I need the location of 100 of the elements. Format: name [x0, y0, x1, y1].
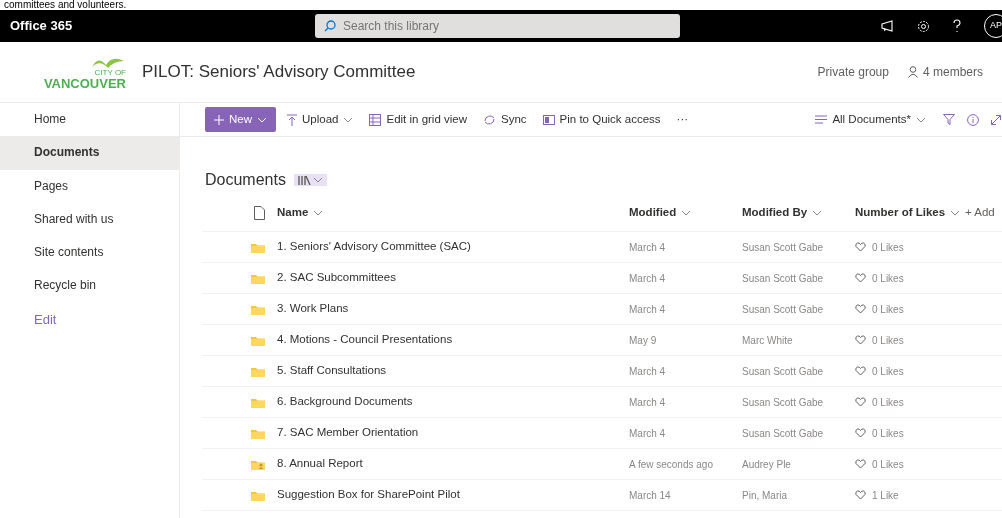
add-column-button[interactable]: + Add [965, 204, 1002, 222]
filter-icon[interactable] [943, 114, 955, 125]
modified-by-cell-text: Pin, Maria [742, 488, 788, 503]
column-header[interactable]: Modified [629, 204, 742, 222]
chevron-icon [313, 209, 324, 217]
modified-cell-text: May 9 [629, 333, 658, 348]
like-button[interactable]: 0 Likes [855, 332, 965, 348]
like-button[interactable]: 0 Likes [855, 239, 965, 255]
caption-text: committees and volunteers. [3, 0, 128, 10]
folder-icon [251, 427, 265, 439]
folder-icon [251, 489, 265, 501]
modified-cell-text: March 4 [629, 426, 667, 441]
sidebar-item[interactable]: Documents [0, 136, 179, 170]
plus-icon [214, 114, 224, 125]
modified-by-cell-text: Susan Scott Gabe [742, 364, 825, 379]
list-icon [815, 115, 828, 124]
chevron-icon [681, 209, 692, 217]
info-icon[interactable] [967, 113, 979, 126]
like-button[interactable]: 0 Likes [855, 363, 965, 379]
modified-cell-text: March 4 [629, 364, 667, 379]
search-field[interactable]: Search this library [315, 14, 680, 38]
heart-icon [855, 304, 866, 314]
library-icon [297, 174, 311, 185]
upload-button[interactable]: Upload [282, 107, 359, 132]
like-button[interactable]: 0 Likes [855, 456, 965, 472]
edit-link[interactable]: Edit [0, 302, 179, 337]
app-name[interactable]: Office 365 [10, 16, 315, 36]
column-header[interactable]: Modified By [742, 204, 855, 222]
sidebar-item[interactable]: Shared with us [0, 202, 179, 237]
sync-icon [483, 113, 496, 126]
heart-icon [855, 459, 866, 469]
folder-name-link[interactable]: 1. Seniors' Advisory Committee (SAC) [277, 238, 629, 256]
grid-view-button[interactable]: Edit in grid view [364, 107, 472, 132]
column-header[interactable]: Name [277, 204, 629, 222]
like-button[interactable]: 0 Likes [855, 425, 965, 441]
sidebar-item[interactable]: Recycle bin [0, 269, 179, 303]
folder-name-link[interactable]: Suggestion Box for SharePoint Pilot [277, 486, 629, 504]
modified-cell-text: March 4 [629, 302, 667, 317]
modified-by-cell-text: Susan Scott Gabe [742, 271, 825, 286]
folder-icon [251, 334, 265, 346]
logo-text: CITY OF [94, 68, 126, 77]
grid-icon [369, 113, 382, 126]
view-switcher[interactable] [293, 173, 327, 186]
chevron-icon [257, 115, 267, 124]
logo-text: VANCOUVER [43, 76, 126, 90]
modified-cell-text: A few seconds ago [629, 457, 714, 472]
sync-button[interactable]: Sync [478, 107, 532, 132]
more-button[interactable]: ··· [671, 107, 694, 132]
megaphone-icon[interactable] [881, 20, 895, 32]
folder-icon [251, 365, 265, 377]
heart-icon [855, 273, 866, 283]
expand-icon[interactable] [991, 114, 1001, 125]
folder-icon [251, 396, 265, 408]
heart-icon [855, 428, 866, 438]
privacy-label: Private group [817, 64, 889, 81]
shared-folder-icon [251, 458, 265, 470]
site-title: PILOT: Seniors' Advisory Committee [142, 61, 416, 84]
settings-icon[interactable] [917, 19, 930, 33]
modified-cell-text: March 4 [629, 395, 667, 410]
heart-icon [855, 397, 866, 407]
like-button[interactable]: 0 Likes [855, 270, 965, 286]
folder-name-link[interactable]: 8. Annual Report [277, 455, 629, 473]
modified-cell-text: March 4 [629, 271, 667, 286]
members-button[interactable]: 4 members [902, 60, 988, 84]
chevron-icon [343, 115, 354, 124]
like-button[interactable]: 1 Like [855, 487, 965, 503]
heart-icon [855, 366, 866, 376]
modified-by-cell-text: Susan Scott Gabe [742, 240, 825, 255]
help-icon[interactable] [952, 19, 962, 33]
modified-by-cell-text: Audrey Ple [742, 457, 792, 472]
sidebar-item[interactable]: Site contents [0, 236, 179, 270]
modified-by-cell-text: Susan Scott Gabe [742, 395, 825, 410]
folder-name-link[interactable]: 4. Motions - Council Presentations [277, 331, 629, 349]
sidebar-item[interactable]: Pages [0, 169, 179, 203]
folder-name-link[interactable]: 2. SAC Subcommittees [277, 269, 629, 287]
new-button[interactable]: New [205, 106, 276, 133]
chevron-icon [312, 175, 323, 184]
file-type-icon[interactable] [254, 206, 265, 220]
person-icon [907, 66, 918, 78]
folder-name-link[interactable]: 3. Work Plans [277, 300, 629, 318]
sidebar-item[interactable]: Home [0, 103, 179, 137]
folder-icon [251, 241, 265, 253]
modified-by-cell-text: Susan Scott Gabe [742, 426, 825, 441]
modified-cell-text: March 4 [629, 240, 667, 255]
like-button[interactable]: 0 Likes [855, 394, 965, 410]
chevron-icon [812, 209, 823, 217]
view-selector[interactable]: All Documents* [810, 107, 931, 132]
heart-icon [855, 242, 866, 252]
folder-name-link[interactable]: 5. Staff Consultations [277, 362, 629, 380]
column-header[interactable]: Number of Likes [855, 204, 965, 222]
heart-icon [855, 335, 866, 345]
pin-icon [542, 114, 555, 125]
folder-icon [251, 272, 265, 284]
modified-by-cell-text: Marc White [742, 333, 794, 348]
folder-icon [251, 303, 265, 315]
folder-name-link[interactable]: 7. SAC Member Orientation [277, 424, 629, 442]
folder-name-link[interactable]: 6. Background Documents [277, 393, 629, 411]
pin-button[interactable]: Pin to Quick access [537, 107, 666, 132]
upload-icon [287, 113, 297, 126]
like-button[interactable]: 0 Likes [855, 301, 965, 317]
